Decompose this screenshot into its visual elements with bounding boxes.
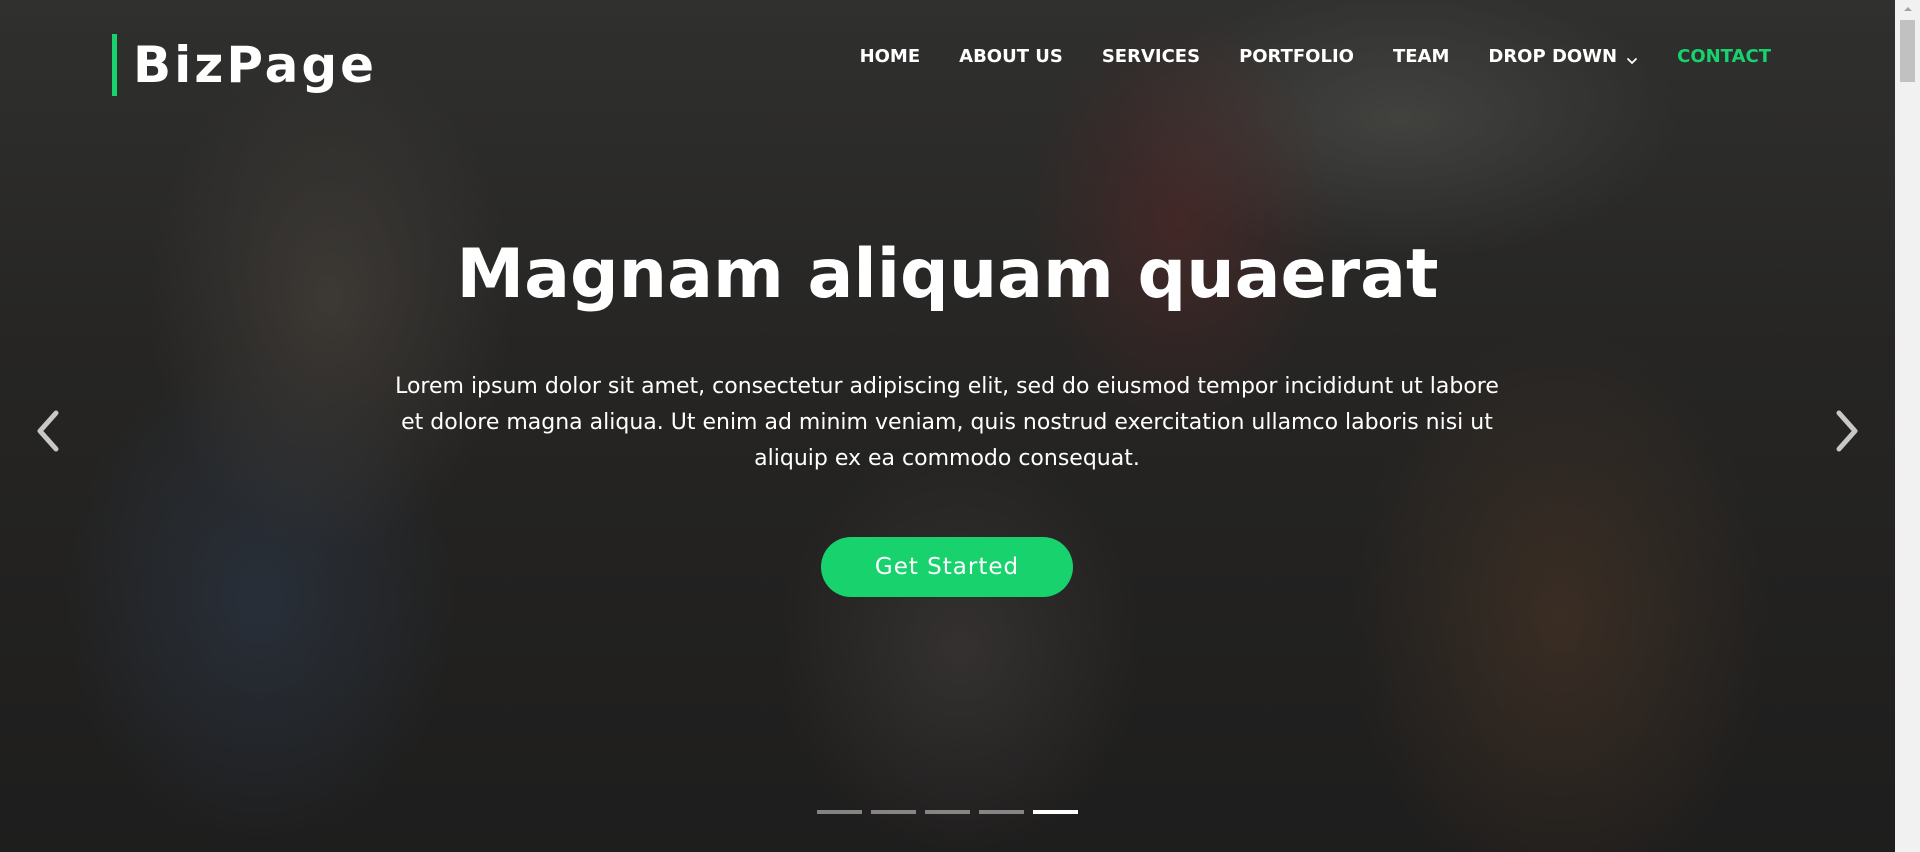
nav-item-home[interactable]: HOME <box>860 46 921 67</box>
nav-item-label: SERVICES <box>1101 46 1201 67</box>
nav-item-label: ABOUT US <box>959 46 1063 67</box>
hero-description: Lorem ipsum dolor sit amet, consectetur … <box>395 374 1499 471</box>
carousel-next-button[interactable] <box>1827 408 1867 458</box>
page: BizPage HOME ABOUT US SERVICES PORTFOLIO… <box>0 0 1920 852</box>
logo-text[interactable]: BizPage <box>133 40 377 90</box>
chevron-right-icon <box>1833 409 1861 457</box>
chevron-down-icon <box>1626 51 1638 64</box>
carousel-indicators <box>817 810 1078 814</box>
get-started-button[interactable]: Get Started <box>821 537 1073 597</box>
carousel-indicator[interactable] <box>979 810 1024 814</box>
site-header: BizPage HOME ABOUT US SERVICES PORTFOLIO… <box>0 0 1895 120</box>
logo[interactable]: BizPage <box>112 34 377 96</box>
carousel-indicator-active[interactable] <box>1033 810 1078 814</box>
nav-item-label: TEAM <box>1392 46 1450 67</box>
carousel-indicator[interactable] <box>925 810 970 814</box>
carousel-prev-button[interactable] <box>28 408 68 458</box>
hero-title: Magnam aliquam quaerat <box>456 235 1439 314</box>
nav-item-portfolio[interactable]: PORTFOLIO <box>1239 46 1354 67</box>
nav-item-drop-down[interactable]: DROP DOWN <box>1488 46 1638 67</box>
main-nav: HOME ABOUT US SERVICES PORTFOLIO TEAM DR… <box>821 46 1771 67</box>
nav-item-about-us[interactable]: ABOUT US <box>959 46 1063 67</box>
scrollbar-thumb[interactable] <box>1900 20 1915 82</box>
nav-item-contact[interactable]: CONTACT <box>1677 46 1771 67</box>
vertical-scrollbar[interactable] <box>1895 0 1920 852</box>
carousel-indicator[interactable] <box>817 810 862 814</box>
nav-item-label: CONTACT <box>1677 46 1771 67</box>
nav-item-label: HOME <box>859 46 921 67</box>
scroll-up-arrow-icon[interactable] <box>1895 0 1920 17</box>
hero-content: Magnam aliquam quaerat Lorem ipsum dolor… <box>0 0 1895 852</box>
nav-item-team[interactable]: TEAM <box>1393 46 1449 67</box>
chevron-left-icon <box>34 409 62 457</box>
nav-item-label: PORTFOLIO <box>1239 46 1354 67</box>
carousel-indicator[interactable] <box>871 810 916 814</box>
nav-item-label: DROP DOWN <box>1488 46 1618 67</box>
nav-item-services[interactable]: SERVICES <box>1102 46 1200 67</box>
